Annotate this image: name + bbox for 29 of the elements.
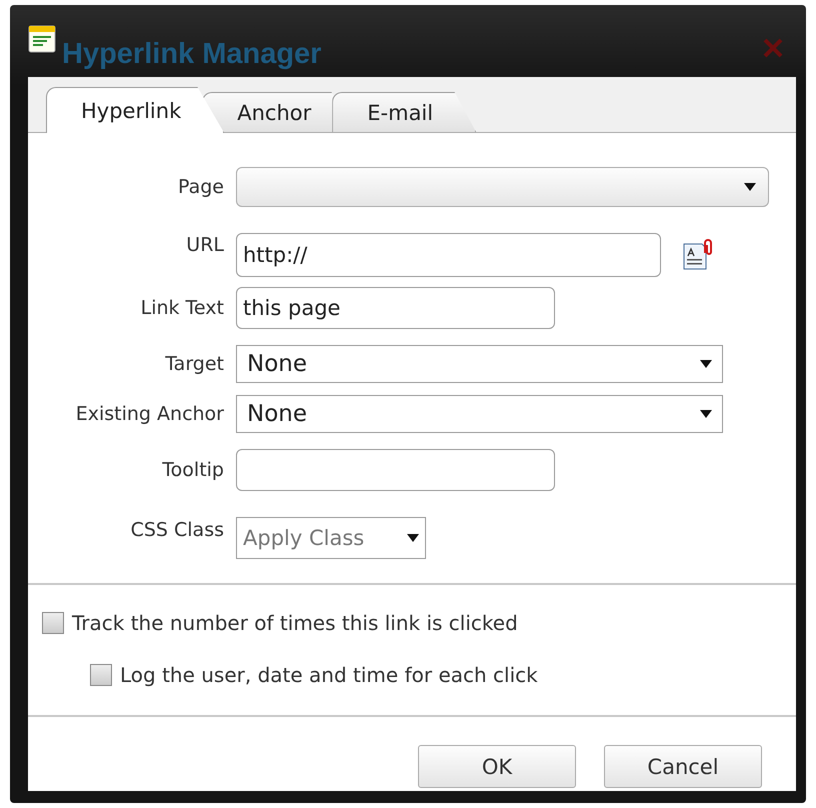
dropdown[interactable]: None: [236, 345, 723, 383]
document-clip-icon[interactable]: [681, 239, 715, 271]
tab[interactable]: E-mail: [332, 92, 476, 132]
dropdown-arrow-icon: [700, 360, 712, 368]
field-label: Page: [177, 176, 224, 198]
dropdown-arrow-icon: [744, 183, 756, 191]
field-label: Link Text: [140, 297, 224, 319]
text-field[interactable]: [236, 449, 555, 491]
text-field[interactable]: this page: [236, 287, 555, 329]
tab[interactable]: Hyperlink: [46, 87, 224, 133]
checkbox-label[interactable]: Track the number of times this link is clicked: [72, 611, 518, 635]
dropdown[interactable]: Apply Class: [236, 517, 426, 559]
checkbox[interactable]: [42, 612, 64, 634]
field-label: Existing Anchor: [74, 403, 224, 425]
url-field[interactable]: http://: [236, 233, 661, 277]
field-label: CSS Class: [130, 519, 224, 541]
app-icon: [28, 25, 56, 53]
window-title: Hyperlink Manager: [62, 38, 322, 71]
dialog-button[interactable]: Cancel: [604, 745, 762, 788]
field-label: Target: [164, 353, 224, 375]
checkbox[interactable]: [90, 664, 112, 686]
field-label: URL: [185, 234, 224, 256]
dialog-button[interactable]: OK: [418, 745, 576, 788]
dropdown[interactable]: None: [236, 395, 723, 433]
dropdown-arrow-icon: [407, 534, 419, 542]
dropdown-arrow-icon: [700, 410, 712, 418]
field-label: Tooltip: [161, 459, 224, 481]
checkbox-label[interactable]: Log the user, date and time for each click: [120, 663, 538, 687]
page-dropdown[interactable]: [236, 167, 769, 207]
